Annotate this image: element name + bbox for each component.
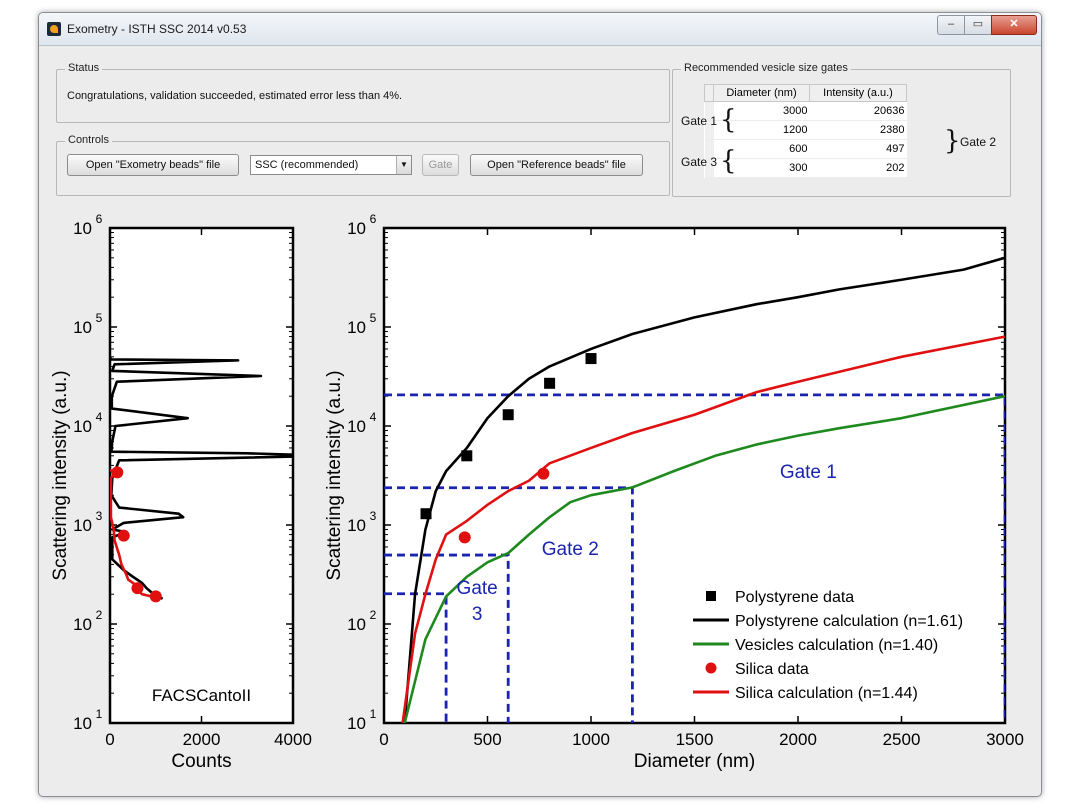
plot-frame xyxy=(108,226,295,725)
y-tick-exponent: 1 xyxy=(370,707,377,721)
x-tick-label: 4000 xyxy=(274,730,312,749)
data-point xyxy=(585,353,597,365)
y-tick-label: 10 xyxy=(73,714,92,733)
y-tick-label: 10 xyxy=(73,516,92,535)
y-tick-exponent: 5 xyxy=(96,311,103,325)
x-tick-label: 0 xyxy=(105,730,114,749)
gate-region-label: Gate 1 xyxy=(780,462,837,483)
plots-canvas: 10 110 210 310 410 510 60 2000 4000CountsScatter… xyxy=(50,212,1024,772)
y-tick-exponent: 3 xyxy=(96,509,103,523)
y-tick-label: 10 xyxy=(347,318,366,337)
legend-label: Silica data xyxy=(735,661,809,678)
instrument-label: FACSCantoII xyxy=(152,686,251,705)
y-tick-label: 10 xyxy=(347,516,366,535)
legend-label: Vesicles calculation (n=1.40) xyxy=(735,637,938,654)
x-tick-label: 0 xyxy=(379,730,388,749)
y-tick-exponent: 2 xyxy=(96,608,103,622)
x-axis-label: Counts xyxy=(171,751,231,772)
x-tick-label: 2500 xyxy=(883,730,921,749)
y-tick-exponent: 2 xyxy=(370,608,377,622)
gate-region-label: Gate xyxy=(457,578,498,599)
y-tick-exponent: 4 xyxy=(96,410,103,424)
x-tick-label: 1000 xyxy=(572,730,610,749)
x-tick-label: 2000 xyxy=(779,730,817,749)
legend-label: Polystyrene calculation (n=1.61) xyxy=(735,613,963,630)
data-point xyxy=(461,450,473,462)
legend-circle-swatch xyxy=(705,662,717,674)
x-axis-label: Diameter (nm) xyxy=(634,751,755,772)
data-point xyxy=(537,467,550,480)
data-point xyxy=(111,466,124,479)
y-axis-label: Scattering intensity (a.u.) xyxy=(324,370,345,580)
y-tick-label: 10 xyxy=(73,615,92,634)
data-point xyxy=(502,409,514,421)
y-tick-exponent: 4 xyxy=(370,410,377,424)
legend-square-swatch xyxy=(706,591,716,601)
x-tick-label: 3000 xyxy=(986,730,1024,749)
y-tick-label: 10 xyxy=(347,417,366,436)
y-tick-exponent: 6 xyxy=(96,212,103,226)
legend-label: Silica calculation (n=1.44) xyxy=(735,685,918,702)
x-tick-label: 1500 xyxy=(676,730,714,749)
data-point xyxy=(117,529,130,542)
legend-label: Polystyrene data xyxy=(735,589,854,606)
gate-region-label: 3 xyxy=(472,604,483,625)
data-point xyxy=(544,377,556,389)
y-tick-label: 10 xyxy=(347,615,366,634)
x-tick-label: 500 xyxy=(473,730,501,749)
y-tick-label: 10 xyxy=(73,219,92,238)
data-point xyxy=(149,590,162,603)
data-point xyxy=(131,582,144,595)
y-tick-exponent: 1 xyxy=(96,707,103,721)
y-tick-exponent: 5 xyxy=(370,311,377,325)
y-tick-exponent: 6 xyxy=(370,212,377,226)
y-tick-label: 10 xyxy=(73,417,92,436)
y-tick-label: 10 xyxy=(347,219,366,238)
y-tick-label: 10 xyxy=(347,714,366,733)
y-tick-label: 10 xyxy=(73,318,92,337)
y-tick-exponent: 3 xyxy=(370,509,377,523)
y-axis-label: Scattering intensity (a.u.) xyxy=(50,370,71,580)
x-tick-label: 2000 xyxy=(183,730,221,749)
data-point xyxy=(420,508,432,520)
gate-region-label: Gate 2 xyxy=(542,539,599,560)
data-point xyxy=(458,531,471,544)
